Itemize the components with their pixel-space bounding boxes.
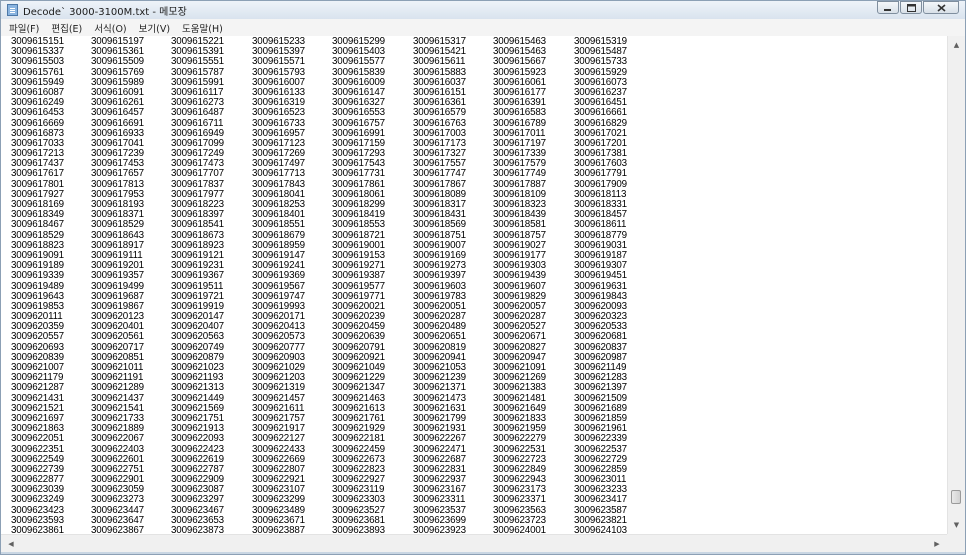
text-column: 3009615233 3009615397 3009615571 3009615793… [252,36,305,534]
text-column: 3009615221 3009615391 3009615551 3009615787… [171,36,224,534]
text-column: 3009615319 3009615487 3009615733 3009615929… [574,36,627,534]
text-value: 3009616453 [11,107,64,119]
menu-help[interactable]: 도움말(H) [174,21,227,35]
window-title: Decode` 3000-3100M.txt - 메모장 [23,7,187,18]
text-value: 3009619397 [413,270,466,282]
text-value: 3009616579 [413,107,466,119]
text-value: 3009622267 [413,433,466,445]
text-column: 3009615317 3009615421 3009615611 3009615883… [413,36,466,534]
text-value: 3009616583 [493,107,546,119]
scrollbar-corner [947,534,965,552]
text-value: 3009622339 [574,433,627,445]
minimize-icon[interactable] [877,1,899,14]
text-value: 3009619339 [11,270,64,282]
text-value: 3009623861 [11,525,64,534]
text-value: 3009623893 [332,525,385,534]
text-value: 3009616523 [252,107,305,119]
text-value: 3009622093 [171,433,224,445]
text-value: 3009622181 [332,433,385,445]
text-value: 3009622051 [11,433,64,445]
scroll-down-arrow-icon[interactable]: ▼ [948,518,965,532]
text-column: 3009615463 3009615463 3009615667 3009615923… [493,36,546,534]
scroll-up-arrow-icon[interactable]: ▲ [948,38,965,52]
menu-format[interactable]: 서식(O) [86,21,130,35]
vertical-scrollbar[interactable]: ▲ ▼ [947,36,965,534]
scroll-left-arrow-icon[interactable]: ◀ [4,535,18,552]
text-value: 3009616457 [91,107,144,119]
menu-view[interactable]: 보기(V) [131,21,174,35]
window-controls [876,1,959,15]
text-value: 3009623887 [252,525,305,534]
text-value: 3009619367 [171,270,224,282]
scroll-right-arrow-icon[interactable]: ▶ [930,535,944,552]
notepad-icon[interactable] [7,4,18,16]
text-value: 3009622067 [91,433,144,445]
text-value: 3009619451 [574,270,627,282]
text-value: 3009619357 [91,270,144,282]
menu-file[interactable]: 파일(F) [1,21,43,35]
text-value: 3009623923 [413,525,466,534]
text-value: 3009624103 [574,525,627,534]
text-column: 3009615299 3009615403 3009615577 3009615839… [332,36,385,534]
text-column: 3009615151 3009615337 3009615503 3009615761… [11,36,64,534]
text-value: 3009619369 [252,270,305,282]
text-value: 3009619387 [332,270,385,282]
text-value: 3009622279 [493,433,546,445]
text-value: 3009623867 [91,525,144,534]
menu-edit[interactable]: 편집(E) [43,21,86,35]
text-value: 3009616553 [332,107,385,119]
notepad-window: Decode` 3000-3100M.txt - 메모장 파일(F) 편집(E)… [0,0,966,555]
title-bar[interactable]: Decode` 3000-3100M.txt - 메모장 [1,1,965,20]
menu-bar: 파일(F) 편집(E) 서식(O) 보기(V) 도움말(H) [1,19,965,37]
text-column: 3009615197 3009615361 3009615509 3009615769… [91,36,144,534]
text-value: 3009623873 [171,525,224,534]
maximize-icon[interactable] [900,1,922,14]
text-value: 3009622127 [252,433,305,445]
text-value: 3009624001 [493,525,546,534]
window-bottom-edge [1,552,965,554]
text-value: 3009616487 [171,107,224,119]
text-value: 3009616661 [574,107,627,119]
close-icon[interactable] [923,1,959,14]
vertical-scroll-thumb[interactable] [951,490,961,504]
text-value: 3009619439 [493,270,546,282]
text-editor-area[interactable]: 3009615151 3009615337 3009615503 3009615761… [1,36,947,534]
horizontal-scrollbar[interactable]: ◀ ▶ [1,534,947,552]
